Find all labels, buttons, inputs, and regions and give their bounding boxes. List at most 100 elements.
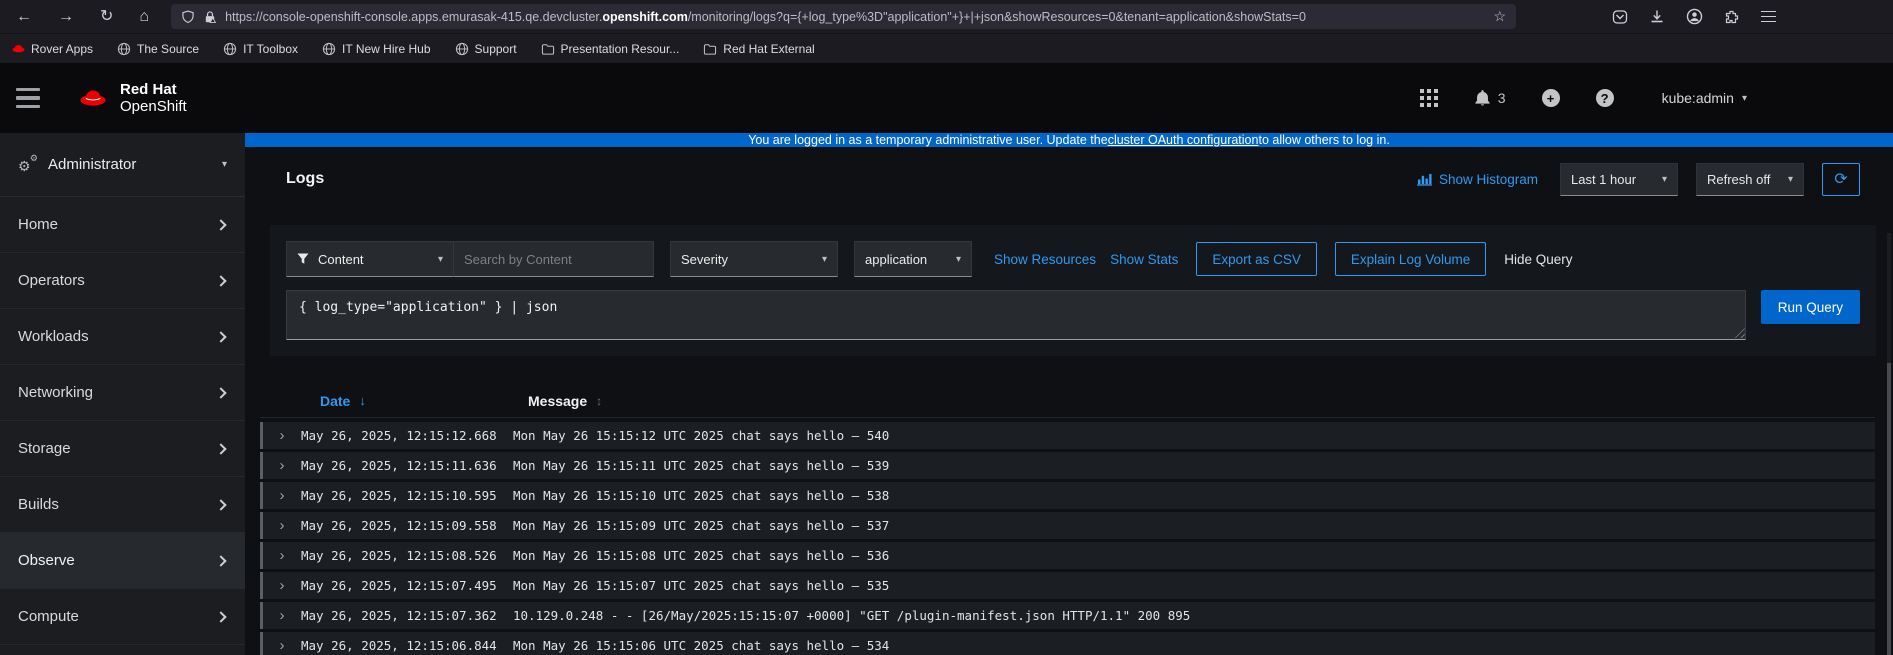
pocket-icon[interactable] <box>1612 9 1628 25</box>
extensions-icon[interactable] <box>1724 9 1740 25</box>
sidebar-item-builds[interactable]: Builds <box>0 477 245 533</box>
sidebar-item-storage[interactable]: Storage <box>0 421 245 477</box>
bookmarks-bar: Rover Apps The Source IT Toolbox IT New … <box>0 33 1893 63</box>
sidebar-nav: ⚙⚙ Administrator ▾ Home Operators Worklo… <box>0 133 245 655</box>
log-row[interactable]: › May 26, 2025, 12:15:10.595 Mon May 26 … <box>260 482 1875 509</box>
content-search-input[interactable] <box>454 241 654 277</box>
notifications-bell[interactable]: 3 <box>1474 89 1506 107</box>
reload-icon[interactable]: ↻ <box>100 9 113 25</box>
query-panel: Content ▾ Severity ▾ application ▾ Show … <box>270 225 1876 356</box>
help-button[interactable]: ? <box>1596 89 1614 107</box>
red-hat-fedora-icon <box>76 85 110 111</box>
logs-table: Date ↓ Message ↕ › May 26, 2025, 12:15:1… <box>260 384 1875 655</box>
chevron-right-icon <box>215 499 226 510</box>
expand-row-icon[interactable]: › <box>263 578 301 593</box>
expand-row-icon[interactable]: › <box>263 428 301 443</box>
attribute-filter-select[interactable]: Content ▾ <box>286 241 454 277</box>
show-resources-link[interactable]: Show Resources <box>994 252 1096 267</box>
app-launcher-icon[interactable] <box>1420 89 1438 107</box>
expand-row-icon[interactable]: › <box>263 488 301 503</box>
account-icon[interactable] <box>1686 8 1703 25</box>
log-row[interactable]: › May 26, 2025, 12:15:12.668 Mon May 26 … <box>260 422 1875 449</box>
run-query-button[interactable]: Run Query <box>1761 290 1860 324</box>
expand-row-icon[interactable]: › <box>263 548 301 563</box>
time-range-select[interactable]: Last 1 hour ▾ <box>1560 163 1678 196</box>
browser-menu-icon[interactable] <box>1761 11 1776 23</box>
show-stats-link[interactable]: Show Stats <box>1110 252 1178 267</box>
log-row[interactable]: › May 26, 2025, 12:15:08.526 Mon May 26 … <box>260 542 1875 569</box>
bookmark-support[interactable]: Support <box>455 42 517 56</box>
expand-row-icon[interactable]: › <box>263 458 301 473</box>
import-yaml-button[interactable]: + <box>1542 89 1560 107</box>
log-row[interactable]: › May 26, 2025, 12:15:09.558 Mon May 26 … <box>260 512 1875 539</box>
downloads-icon[interactable] <box>1649 9 1665 25</box>
log-date: May 26, 2025, 12:15:07.362 <box>301 608 513 623</box>
folder-icon <box>703 43 717 55</box>
refresh-interval-select[interactable]: Refresh off ▾ <box>1696 163 1804 196</box>
plus-circle-icon: + <box>1542 89 1560 107</box>
globe-icon <box>455 42 469 56</box>
bookmark-the-source[interactable]: The Source <box>117 42 199 56</box>
chevron-right-icon <box>215 611 226 622</box>
brand-line1: Red Hat <box>120 81 187 98</box>
sidebar-item-workloads[interactable]: Workloads <box>0 309 245 365</box>
sidebar-item-networking[interactable]: Networking <box>0 365 245 421</box>
folder-icon <box>541 43 555 55</box>
nav-toggle-icon[interactable] <box>16 88 40 109</box>
log-row[interactable]: › May 26, 2025, 12:15:07.362 10.129.0.24… <box>260 602 1875 629</box>
bookmark-rover-apps[interactable]: Rover Apps <box>12 42 93 56</box>
oauth-config-link[interactable]: cluster OAuth configuration <box>1108 133 1259 147</box>
lock-warning-icon[interactable] <box>203 10 217 24</box>
sidebar-item-compute[interactable]: Compute <box>0 589 245 645</box>
expand-row-icon[interactable]: › <box>263 608 301 623</box>
globe-icon <box>223 42 237 56</box>
log-row[interactable]: › May 26, 2025, 12:15:07.495 Mon May 26 … <box>260 572 1875 599</box>
brand-logo[interactable]: Red Hat OpenShift <box>76 81 187 116</box>
column-header-date[interactable]: Date ↓ <box>298 393 510 409</box>
hide-query-link[interactable]: Hide Query <box>1504 252 1572 267</box>
question-circle-icon: ? <box>1596 89 1614 107</box>
shield-icon[interactable] <box>181 10 195 24</box>
forward-icon[interactable]: → <box>58 9 74 25</box>
bookmark-it-toolbox[interactable]: IT Toolbox <box>223 42 298 56</box>
temp-admin-banner: You are logged in as a temporary adminis… <box>245 133 1893 147</box>
chevron-right-icon <box>215 443 226 454</box>
expand-row-icon[interactable]: › <box>263 518 301 533</box>
export-csv-button[interactable]: Export as CSV <box>1196 242 1317 276</box>
scrollbar[interactable] <box>1887 233 1891 655</box>
globe-icon <box>322 42 336 56</box>
expand-row-icon[interactable]: › <box>263 638 301 653</box>
perspective-switcher[interactable]: ⚙⚙ Administrator ▾ <box>0 133 245 197</box>
logql-query-input[interactable]: { log_type="application" } | json <box>286 290 1746 340</box>
bookmark-star-icon[interactable]: ☆ <box>1494 8 1507 25</box>
explain-log-volume-button[interactable]: Explain Log Volume <box>1335 242 1486 276</box>
log-date: May 26, 2025, 12:15:11.636 <box>301 458 513 473</box>
log-message: Mon May 26 15:15:10 UTC 2025 chat says h… <box>513 488 1875 503</box>
column-header-message[interactable]: Message ↕ <box>510 393 1875 409</box>
log-message: Mon May 26 15:15:06 UTC 2025 chat says h… <box>513 638 1875 653</box>
chevron-right-icon <box>215 387 226 398</box>
log-message: Mon May 26 15:15:11 UTC 2025 chat says h… <box>513 458 1875 473</box>
home-icon[interactable]: ⌂ <box>139 9 149 25</box>
bookmark-folder-redhat-external[interactable]: Red Hat External <box>703 42 814 56</box>
back-icon[interactable]: ← <box>16 9 32 25</box>
severity-select[interactable]: Severity ▾ <box>670 241 838 277</box>
sidebar-item-observe[interactable]: Observe <box>0 533 245 589</box>
url-bar[interactable]: https://console-openshift-console.apps.e… <box>171 4 1516 29</box>
page-title: Logs <box>286 170 324 188</box>
bookmark-it-new-hire-hub[interactable]: IT New Hire Hub <box>322 42 430 56</box>
browser-toolbar: ← → ↻ ⌂ https://console-openshift-consol… <box>0 0 1893 33</box>
log-row[interactable]: › May 26, 2025, 12:15:06.844 Mon May 26 … <box>260 632 1875 655</box>
sync-button[interactable]: ⟳ <box>1822 163 1860 196</box>
show-histogram-button[interactable]: Show Histogram <box>1417 172 1538 187</box>
bookmark-folder-presentation[interactable]: Presentation Resour... <box>541 42 680 56</box>
log-message: Mon May 26 15:15:07 UTC 2025 chat says h… <box>513 578 1875 593</box>
sidebar-item-operators[interactable]: Operators <box>0 253 245 309</box>
sync-icon: ⟳ <box>1834 169 1847 189</box>
tenant-select[interactable]: application ▾ <box>854 241 972 277</box>
log-message: Mon May 26 15:15:12 UTC 2025 chat says h… <box>513 428 1875 443</box>
sidebar-item-home[interactable]: Home <box>0 197 245 253</box>
user-menu[interactable]: kube:admin ▾ <box>1662 90 1747 106</box>
histogram-icon <box>1417 173 1432 186</box>
log-row[interactable]: › May 26, 2025, 12:15:11.636 Mon May 26 … <box>260 452 1875 479</box>
